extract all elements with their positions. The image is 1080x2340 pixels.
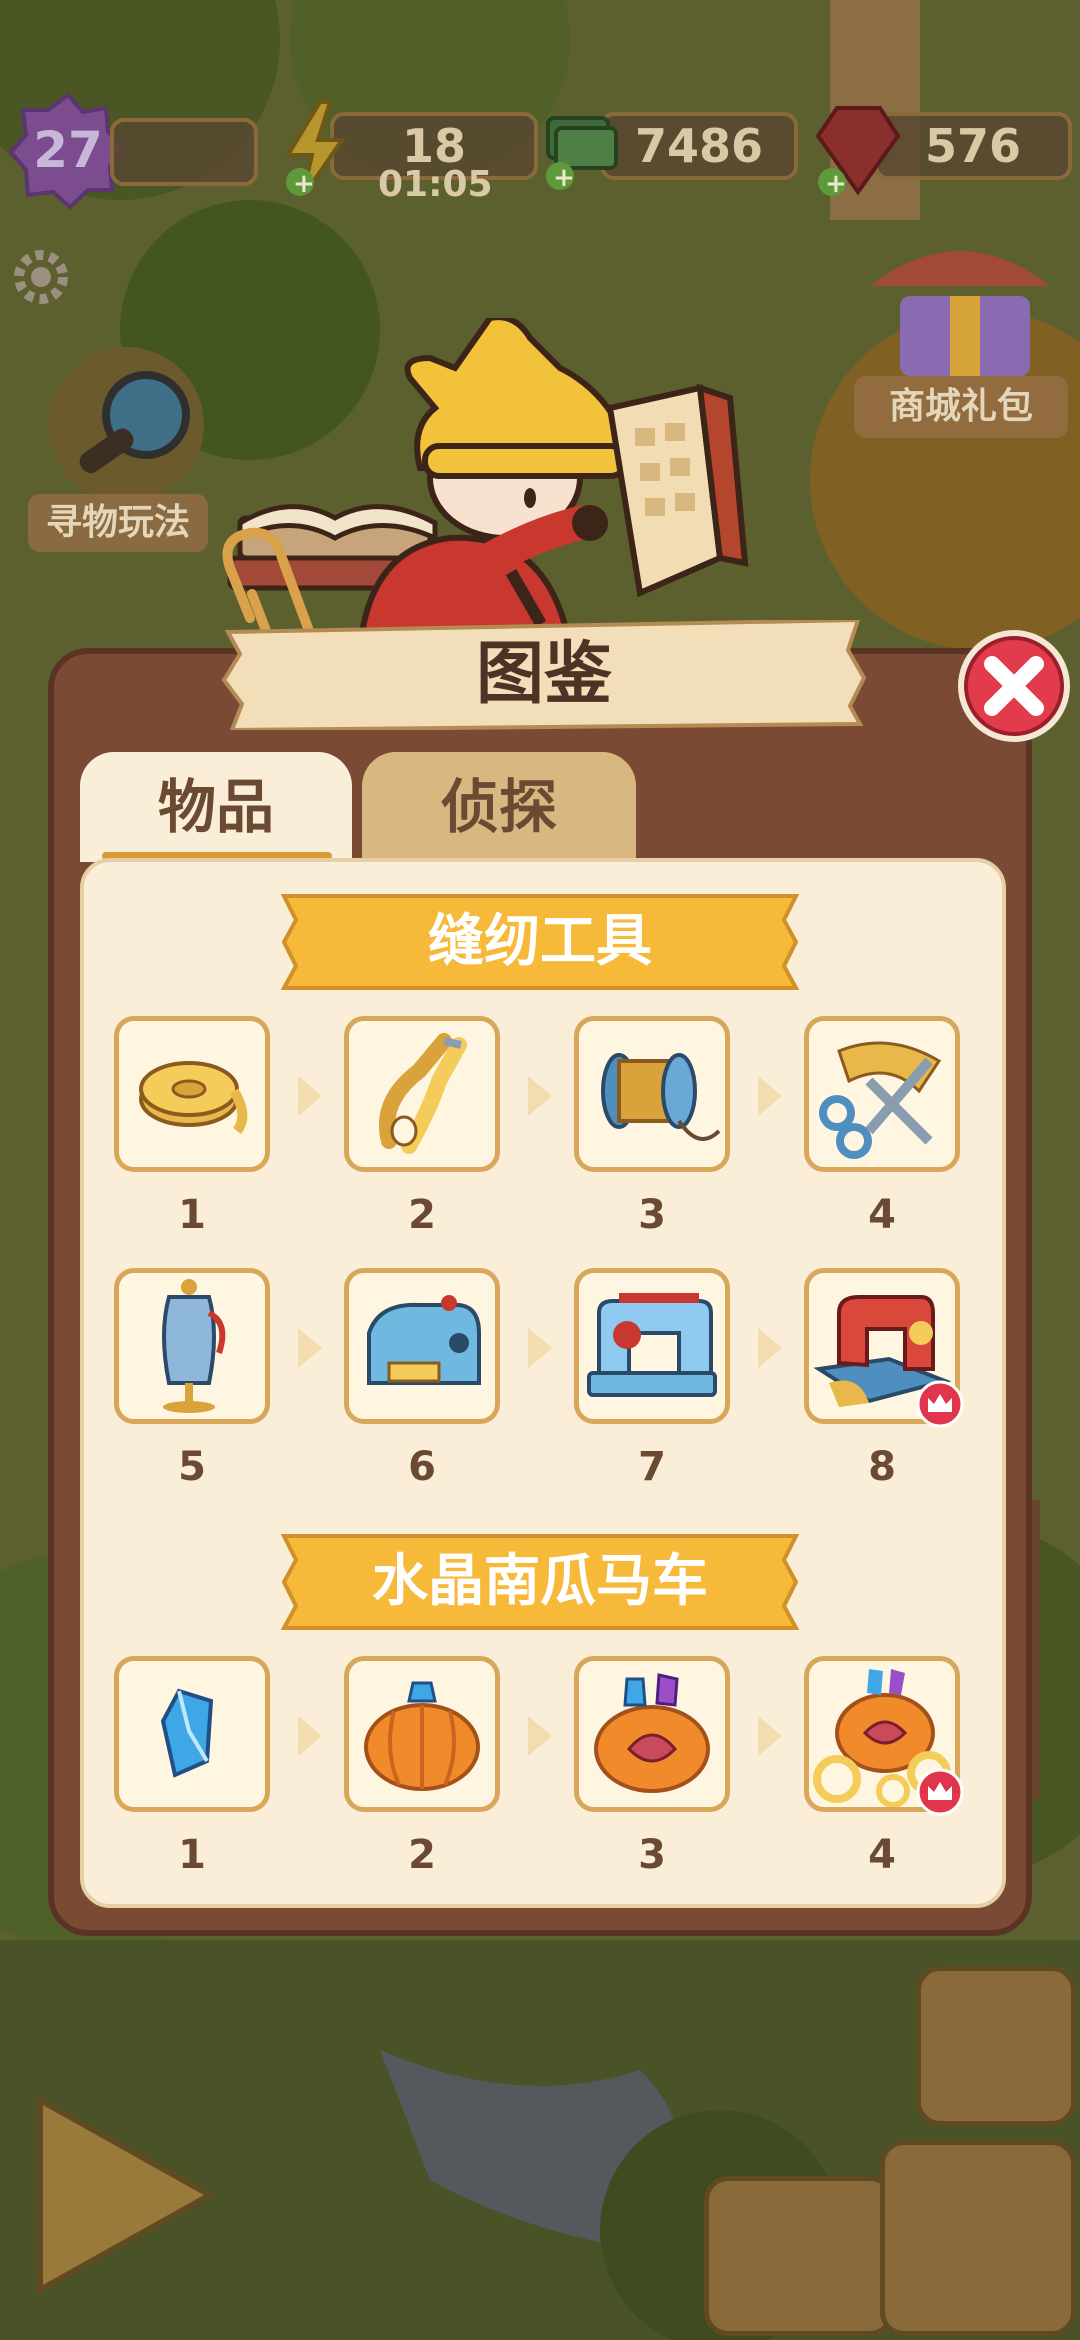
item-cell[interactable] (114, 1656, 270, 1812)
item-number: 2 (408, 1192, 436, 1238)
chevron-right-icon (528, 1716, 552, 1756)
modal-title: 图鉴 (475, 635, 612, 714)
ruby-icon: + (815, 106, 901, 199)
svg-text:+: + (825, 169, 847, 199)
xp-bar (110, 118, 258, 186)
settings-gear-icon[interactable] (8, 244, 74, 310)
item-number: 1 (178, 1832, 206, 1878)
checklist-button[interactable] (916, 1966, 1076, 2126)
item-number: 8 (868, 1444, 896, 1490)
cash-value: 7486 (634, 119, 764, 173)
dress-form-icon (162, 1279, 226, 1413)
svg-text:+: + (553, 163, 575, 193)
chevron-right-icon (758, 1076, 782, 1116)
item-cell[interactable] (344, 1656, 500, 1812)
item-number: 1 (178, 1192, 206, 1238)
crystal-icon (160, 1688, 214, 1778)
chevron-right-icon (298, 1076, 322, 1116)
item-cell[interactable] (574, 1016, 730, 1172)
item-cell[interactable] (574, 1268, 730, 1424)
shop-gift-label[interactable]: 商城礼包 (854, 376, 1068, 438)
item-number: 3 (638, 1192, 666, 1238)
find-game-label[interactable]: 寻物玩法 (28, 494, 208, 552)
gem-counter[interactable]: 576 (874, 112, 1072, 180)
item-cell[interactable] (344, 1268, 500, 1424)
item-number: 4 (868, 1192, 896, 1238)
section-title-sewing: 缝纫工具 (428, 909, 652, 974)
item-number: 2 (408, 1832, 436, 1878)
crown-icon (916, 1380, 964, 1428)
magnifier-icon[interactable] (36, 340, 216, 510)
energy-timer: 01:05 (378, 164, 493, 205)
bottom-play-button[interactable] (20, 2080, 230, 2310)
chevron-right-icon (528, 1328, 552, 1368)
chevron-right-icon (298, 1328, 322, 1368)
shop-gift-icon[interactable] (850, 226, 1070, 386)
lightning-icon: + (284, 100, 346, 200)
scissors-ribbon-icon (819, 1041, 942, 1159)
tape-measure-icon (139, 1061, 248, 1135)
cash-stack-icon: + (546, 116, 618, 193)
item-number: 3 (638, 1832, 666, 1878)
tab-detective[interactable]: 侦探 (362, 752, 636, 862)
detective-character-illustration (222, 318, 749, 648)
sewing-machine-icon (587, 1293, 717, 1397)
item-cell[interactable] (114, 1268, 270, 1424)
pumpkin-gems-icon (594, 1673, 710, 1793)
crown-icon (916, 1768, 964, 1816)
section-title-pumpkin: 水晶南瓜马车 (372, 1549, 708, 1614)
balloon-button[interactable] (704, 2176, 894, 2336)
tab-detective-label: 侦探 (440, 773, 557, 841)
task-board-button[interactable] (880, 2140, 1076, 2336)
item-number: 4 (868, 1832, 896, 1878)
chevron-right-icon (758, 1328, 782, 1368)
item-cell[interactable] (574, 1656, 730, 1812)
item-cell[interactable] (114, 1016, 270, 1172)
small-sewing-machine-icon (367, 1295, 481, 1385)
item-number: 5 (178, 1444, 206, 1490)
tab-items-label: 物品 (157, 773, 274, 841)
item-number: 6 (408, 1444, 436, 1490)
pumpkin-crystal-icon (364, 1681, 480, 1791)
item-cell[interactable] (804, 1016, 960, 1172)
tab-items[interactable]: 物品 (80, 752, 352, 862)
chevron-right-icon (528, 1076, 552, 1116)
thread-spool-icon (601, 1053, 721, 1141)
item-number: 7 (638, 1444, 666, 1490)
item-cell[interactable] (344, 1016, 500, 1172)
close-button[interactable] (952, 624, 1076, 748)
thread-snips-icon (379, 1033, 467, 1154)
chevron-right-icon (298, 1716, 322, 1756)
gem-value: 576 (924, 119, 1022, 173)
chevron-right-icon (758, 1716, 782, 1756)
svg-text:+: + (293, 169, 315, 199)
